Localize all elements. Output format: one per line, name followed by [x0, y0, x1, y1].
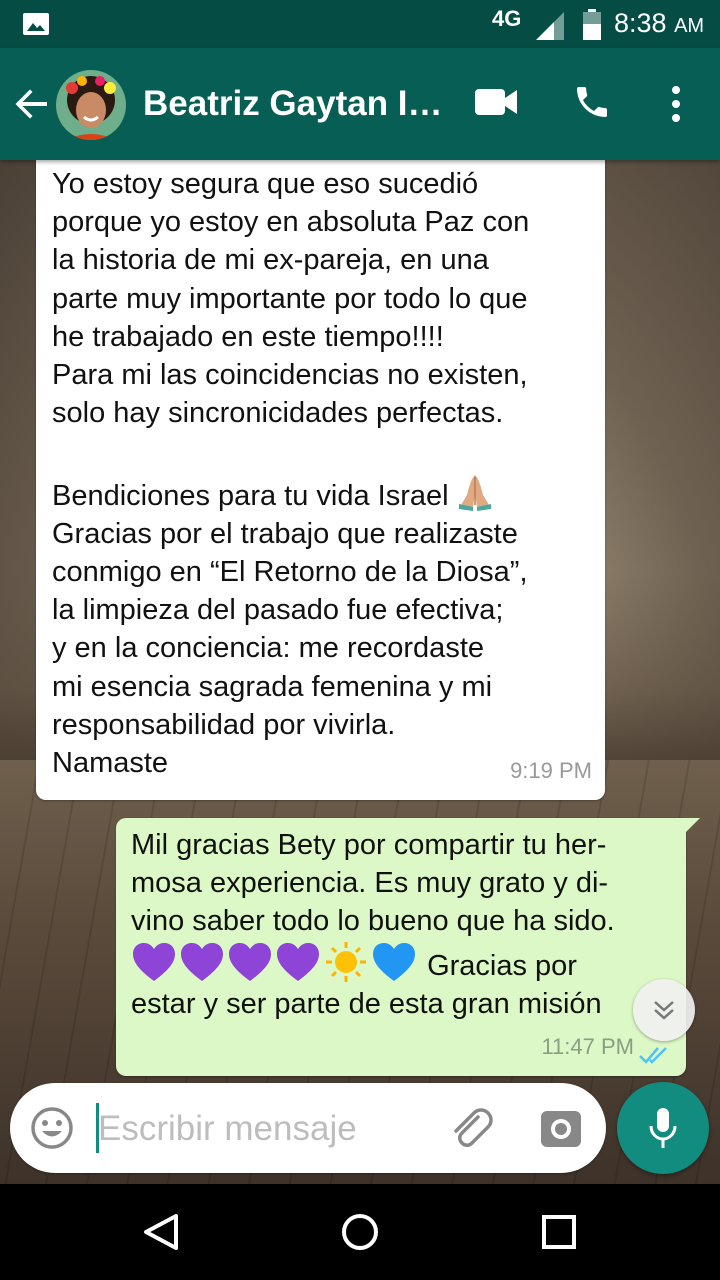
purple-heart-emoji — [133, 942, 175, 981]
double-check-icon — [639, 1047, 667, 1064]
message-line: mosa experiencia. Es muy grato y di- — [131, 867, 609, 900]
phone-call-icon[interactable] — [572, 82, 612, 122]
chat-area[interactable]: Yo estoy segura que eso sucedió porque y… — [0, 160, 720, 1184]
nav-back-icon[interactable] — [140, 1212, 180, 1252]
message-text: Mil gracias Bety por compartir tu her- m… — [131, 826, 676, 1023]
emoji-icon[interactable] — [30, 1106, 74, 1150]
praying-hands-emoji — [458, 474, 491, 511]
incoming-message[interactable]: Yo estoy segura que eso sucedió porque y… — [36, 160, 605, 800]
scroll-down-icon — [654, 1001, 674, 1020]
avatar[interactable] — [56, 70, 126, 140]
message-input[interactable] — [98, 1107, 438, 1151]
video-call-icon[interactable] — [474, 86, 518, 118]
chat-header: Beatriz Gaytan In... — [0, 48, 720, 160]
message-text: Yo estoy segura que eso sucedió porque y… — [52, 168, 530, 780]
system-nav-bar — [0, 1184, 720, 1280]
purple-heart-emoji — [229, 942, 271, 981]
network-type: 4G — [492, 6, 522, 31]
voice-message-button[interactable] — [617, 1082, 709, 1174]
mic-icon — [649, 1108, 677, 1148]
sun-emoji — [326, 941, 366, 982]
battery-icon — [583, 9, 601, 40]
status-bar: 4G 8:38 AM — [0, 0, 720, 48]
message-composer — [10, 1083, 606, 1173]
emoji-row — [133, 941, 415, 982]
more-options-icon[interactable] — [664, 84, 688, 124]
message-line: estar y ser parte de esta gran misión — [131, 987, 602, 1020]
camera-icon[interactable] — [541, 1109, 581, 1147]
message-time: 9:19 PM — [510, 757, 592, 783]
purple-heart-emoji — [181, 942, 223, 981]
nav-home-icon[interactable] — [340, 1212, 380, 1252]
gallery-notification-icon — [23, 13, 49, 35]
outgoing-message[interactable]: Mil gracias Bety por compartir tu her- m… — [116, 818, 700, 1076]
back-arrow-icon[interactable] — [14, 86, 50, 122]
signal-icon — [536, 12, 564, 40]
scroll-down-button[interactable] — [633, 979, 695, 1041]
message-line: vino saber todo lo bueno que ha sido. — [131, 905, 615, 938]
blue-heart-emoji — [373, 942, 415, 981]
nav-recents-icon[interactable] — [541, 1214, 577, 1250]
message-line: Gracias por — [131, 941, 676, 985]
contact-name[interactable]: Beatriz Gaytan In... — [143, 84, 448, 124]
attach-icon[interactable] — [450, 1107, 494, 1151]
purple-heart-emoji — [277, 942, 319, 981]
clock: 8:38 AM — [614, 8, 705, 38]
message-time: 11:47 PM — [541, 1033, 634, 1059]
message-line: Mil gracias Bety por compartir tu her- — [131, 829, 607, 861]
